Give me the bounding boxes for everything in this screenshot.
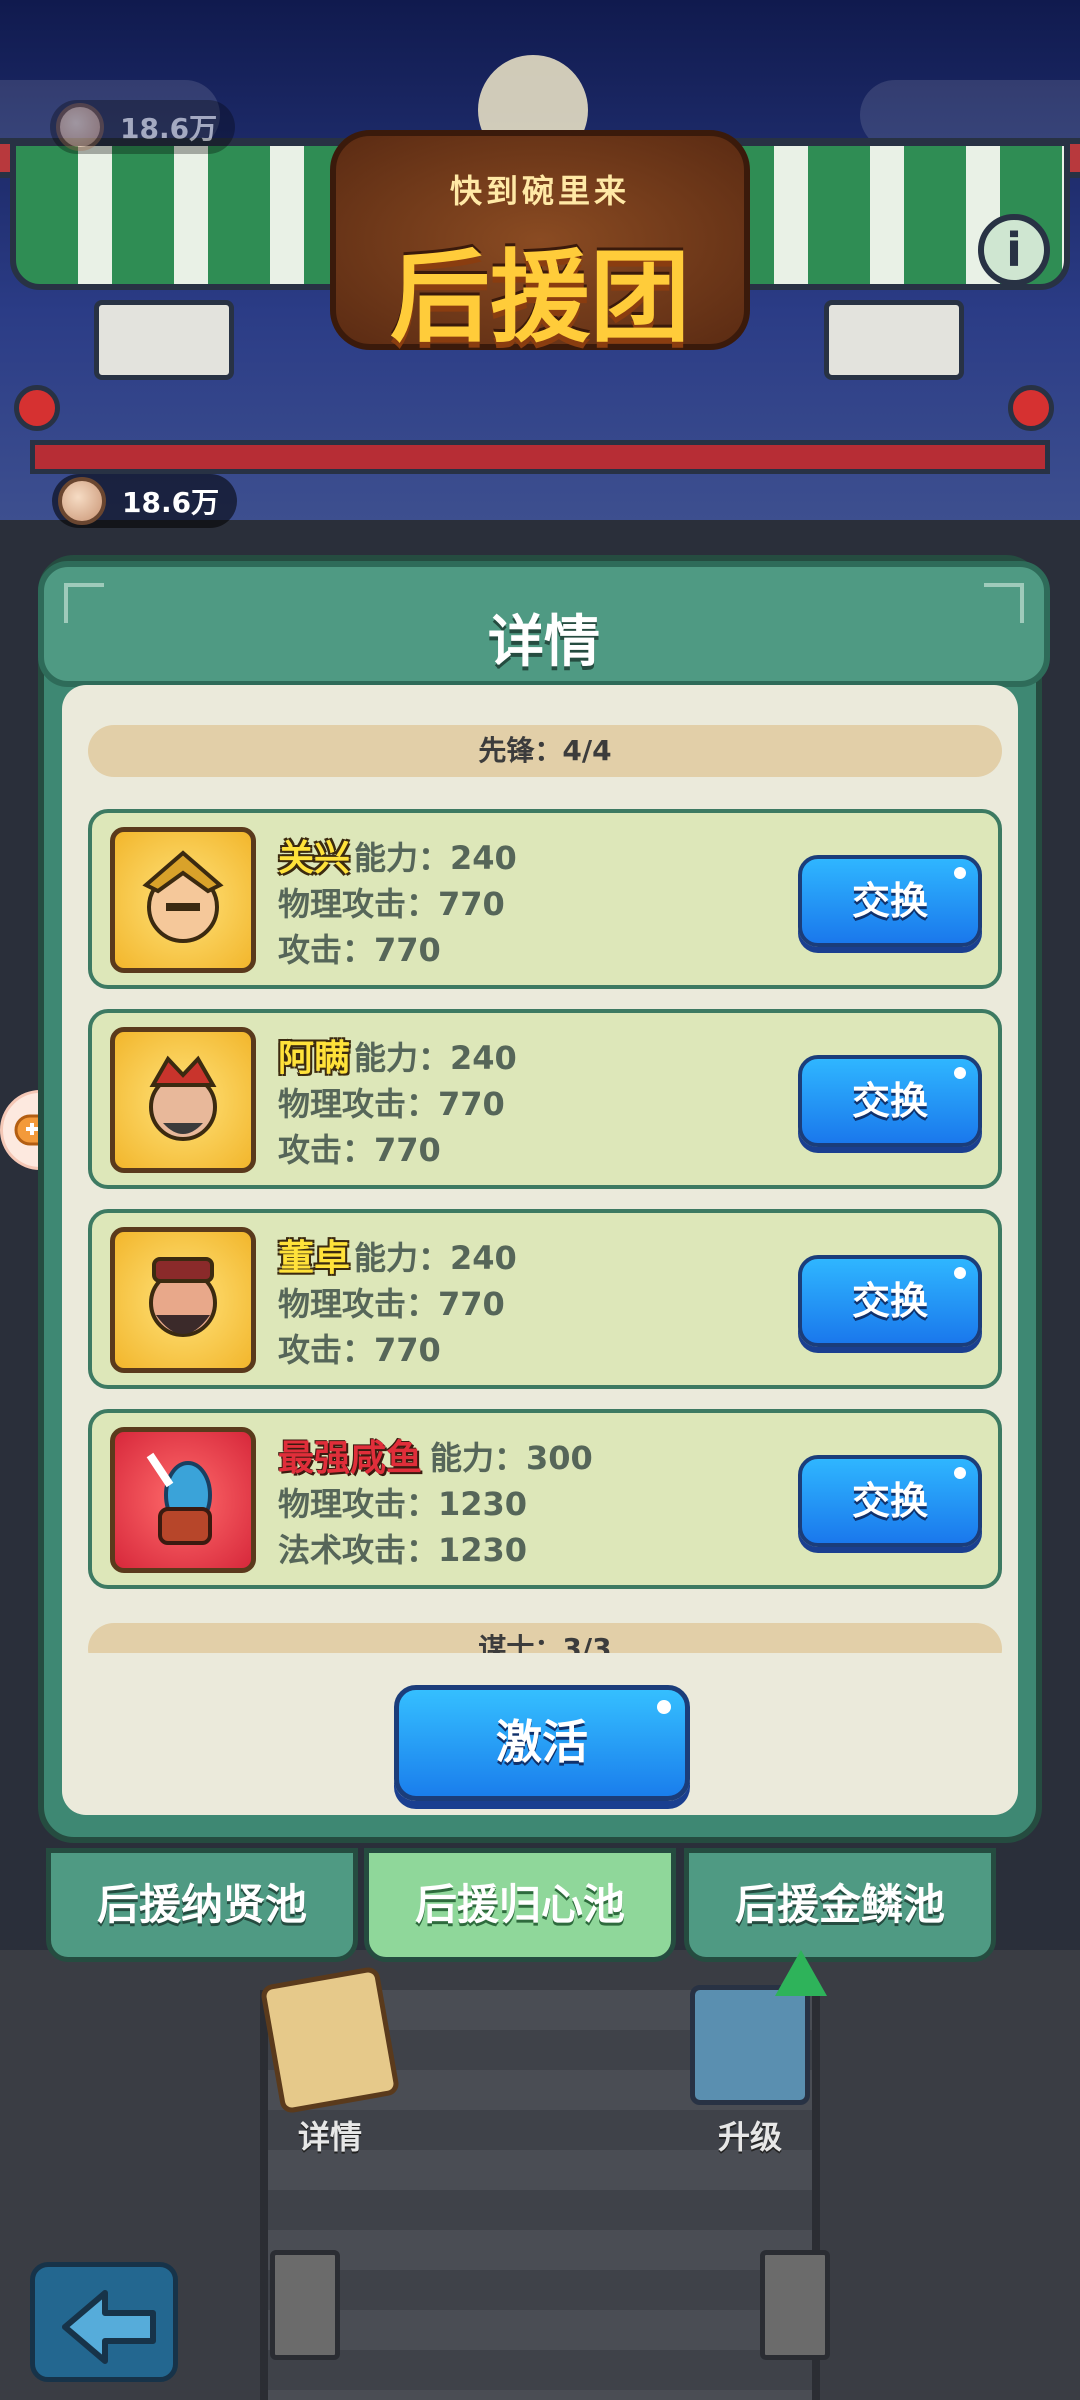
member-stat-2: 攻击：770 xyxy=(278,1131,441,1169)
member-ability: 能力：240 xyxy=(354,1239,517,1277)
info-icon[interactable]: i xyxy=(978,214,1050,286)
details-label: 详情 xyxy=(297,2118,362,2156)
coin-counter-background: 18.6万 xyxy=(50,100,236,154)
portrait-icon xyxy=(110,1027,256,1173)
member-card: 阿瞒 能力：240 物理攻击：770 攻击：770 交换 xyxy=(88,1009,1002,1189)
section-header-strategist: 谋士：3/3 xyxy=(88,1623,1002,1653)
upgrade-label: 升级 xyxy=(717,2118,782,2156)
arrow-up-icon xyxy=(775,1950,827,1996)
modal-title: 详情 xyxy=(488,610,600,675)
member-stat-2: 法术攻击：1230 xyxy=(278,1531,528,1569)
member-stat-1: 物理攻击：770 xyxy=(278,1285,505,1323)
red-ornament xyxy=(14,385,60,431)
member-stat-1: 物理攻击：770 xyxy=(278,1085,505,1123)
modal-body: 先锋：4/4 关兴 能力：240 物理攻击：770 攻击：770 交换 阿瞒 能… xyxy=(62,685,1018,1815)
section-header-vanguard: 先锋：4/4 xyxy=(88,725,1002,777)
lamp-post xyxy=(760,2250,830,2360)
swap-button[interactable]: 交换 xyxy=(798,1255,982,1347)
balcony-left xyxy=(94,300,234,380)
tab-recruit-pool[interactable]: 后援纳贤池 xyxy=(46,1848,358,1962)
member-stat-2: 攻击：770 xyxy=(278,1331,441,1369)
modal-header: 详情 xyxy=(38,561,1050,687)
member-stat-1: 物理攻击：1230 xyxy=(278,1485,528,1523)
member-name: 董卓 xyxy=(278,1238,351,1279)
member-name: 阿瞒 xyxy=(278,1038,351,1079)
coin-amount: 18.6万 xyxy=(122,486,220,519)
building-icon xyxy=(690,1985,810,2105)
swap-button[interactable]: 交换 xyxy=(798,1055,982,1147)
portrait-icon xyxy=(110,827,256,973)
balcony-right xyxy=(824,300,964,380)
member-card: 关兴 能力：240 物理攻击：770 攻击：770 交换 xyxy=(88,809,1002,989)
member-card: 最强咸鱼 能力：300 物理攻击：1230 法术攻击：1230 交换 xyxy=(88,1409,1002,1589)
swap-button[interactable]: 交换 xyxy=(798,1455,982,1547)
portrait-icon xyxy=(110,1227,256,1373)
portrait-icon xyxy=(110,1427,256,1573)
swap-button[interactable]: 交换 xyxy=(798,855,982,947)
event-logo: 快到碗里来 后援团 xyxy=(330,130,750,356)
back-button[interactable] xyxy=(30,2262,178,2382)
member-stat-2: 攻击：770 xyxy=(278,931,441,969)
member-name: 最强咸鱼 xyxy=(278,1438,423,1479)
arrow-left-icon xyxy=(62,2290,156,2364)
activate-button[interactable]: 激活 xyxy=(394,1685,690,1801)
red-ornament xyxy=(1008,385,1054,431)
coin-counter: 18.6万 xyxy=(52,474,238,528)
scroll-icon xyxy=(259,1965,401,2115)
logo-title: 后援团 xyxy=(390,239,690,356)
tab-golden-scale-pool[interactable]: 后援金鳞池 xyxy=(684,1848,996,1962)
member-list[interactable]: 先锋：4/4 关兴 能力：240 物理攻击：770 攻击：770 交换 阿瞒 能… xyxy=(62,685,1018,1653)
coin-icon xyxy=(58,477,106,525)
details-button[interactable] xyxy=(259,1965,401,2125)
tab-loyalty-pool[interactable]: 后援归心池 xyxy=(364,1848,676,1962)
red-beam xyxy=(30,440,1050,474)
logo-subtitle: 快到碗里来 xyxy=(449,172,630,210)
member-ability: 能力：240 xyxy=(354,839,517,877)
member-ability: 能力：300 xyxy=(430,1439,593,1477)
upgrade-button[interactable] xyxy=(680,1950,827,2125)
coin-icon xyxy=(56,103,104,151)
member-name: 关兴 xyxy=(278,838,351,879)
details-modal: 详情 先锋：4/4 关兴 能力：240 物理攻击：770 攻击：770 交换 阿… xyxy=(38,555,1050,1843)
member-stat-1: 物理攻击：770 xyxy=(278,885,505,923)
member-ability: 能力：240 xyxy=(354,1039,517,1077)
member-card: 董卓 能力：240 物理攻击：770 攻击：770 交换 xyxy=(88,1209,1002,1389)
lamp-post xyxy=(270,2250,340,2360)
coin-amount: 18.6万 xyxy=(120,112,218,145)
